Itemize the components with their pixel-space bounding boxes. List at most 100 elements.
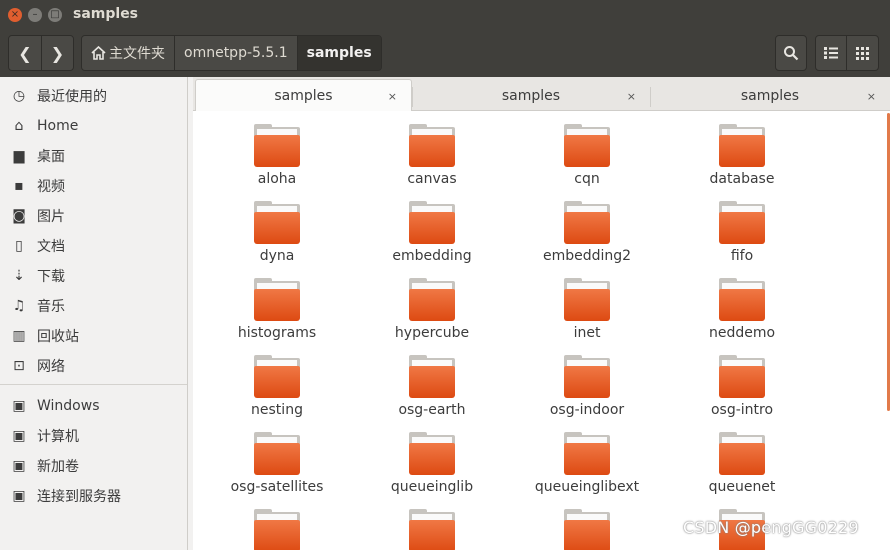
folder-item[interactable]: osg-satellites [207,419,347,495]
search-button[interactable] [775,35,807,71]
close-icon: × [10,9,20,20]
sidebar-item-label: 回收站 [37,329,79,345]
drive-icon: ▣ [12,458,26,474]
grid-view-button[interactable] [847,35,879,71]
folder-item[interactable]: database [672,111,812,187]
folder-item[interactable]: hypercube [362,265,502,341]
title-bar: × – □ samples [0,0,890,30]
breadcrumb-label: omnetpp-5.5.1 [184,45,288,61]
window-maximize-button[interactable]: □ [48,8,62,22]
sidebar-item-videos[interactable]: ▪ 视频 [0,172,187,200]
sidebar-item-music[interactable]: ♫ 音乐 [0,292,187,320]
folder-item[interactable]: histograms [207,265,347,341]
back-button[interactable]: ❮ [9,36,41,70]
breadcrumb: 主文件夹 omnetpp-5.5.1 samples [81,35,382,71]
breadcrumb-label: samples [306,45,372,61]
file-grid: aloha canvas cqn database dyna embedding embed… [193,111,890,550]
folder-item[interactable]: inet [517,265,657,341]
close-icon[interactable]: × [388,90,397,103]
sidebar-item-label: Windows [37,398,100,414]
forward-button[interactable]: ❯ [41,36,73,70]
chevron-left-icon: ❮ [18,43,32,63]
folder-icon [719,355,765,398]
folder-item[interactable]: nesting [207,342,347,418]
sidebar-item-new-volume[interactable]: ▣ 新加卷 [0,452,187,480]
folder-name: aloha [257,171,297,187]
folder-icon [564,201,610,244]
folder-name: queueinglibext [534,479,640,495]
folder-item[interactable]: fifo [672,188,812,264]
camera-icon: ◙ [12,208,26,224]
folder-name: osg-intro [710,402,774,418]
folder-icon [254,201,300,244]
folder-name: embedding2 [542,248,632,264]
folder-icon [564,355,610,398]
folder-item[interactable]: neddemo [672,265,812,341]
folder-item[interactable]: aloha [207,111,347,187]
sidebar: ◷ 最近使用的 ⌂ Home ▆ 桌面 ▪ 视频 ◙ 图片 ▯ 文档 ⇣ 下载 ♫ 音乐 ▥ 回收… [0,77,188,550]
folder-item[interactable] [362,496,502,550]
close-icon[interactable]: × [627,90,636,103]
folder-icon [409,355,455,398]
tab-samples-1[interactable]: samples × [195,79,412,112]
folder-icon [409,509,455,550]
sidebar-item-label: 桌面 [37,149,65,165]
download-icon: ⇣ [13,268,25,284]
folder-name: cqn [574,171,600,187]
folder-item[interactable]: osg-intro [672,342,812,418]
sidebar-item-label: 计算机 [37,429,79,445]
clock-icon: ◷ [12,88,26,104]
folder-icon [564,432,610,475]
sidebar-item-trash[interactable]: ▥ 回收站 [0,322,187,350]
folder-name: fifo [730,248,754,264]
sidebar-item-desktop[interactable]: ▆ 桌面 [0,142,187,170]
folder-item[interactable]: osg-earth [362,342,502,418]
folder-item[interactable]: queueinglibext [517,419,657,495]
close-icon[interactable]: × [867,90,876,103]
tab-bar: samples × samples × samples × [193,77,890,112]
folder-icon: ▆ [13,148,25,164]
tab-samples-3[interactable]: samples × [650,81,890,111]
breadcrumb-home[interactable]: 主文件夹 [82,36,174,70]
folder-item[interactable]: dyna [207,188,347,264]
folder-name: queuenet [708,479,776,495]
folder-item[interactable]: queueinglib [362,419,502,495]
folder-item[interactable]: osg-indoor [517,342,657,418]
sidebar-item-pictures[interactable]: ◙ 图片 [0,202,187,230]
folder-icon [254,509,300,550]
sidebar-item-recent[interactable]: ◷ 最近使用的 [0,82,187,110]
folder-name: neddemo [708,325,776,341]
breadcrumb-samples[interactable]: samples [296,36,381,70]
sidebar-item-home[interactable]: ⌂ Home [0,112,187,140]
folder-name: queueinglib [390,479,474,495]
sidebar-item-label: 图片 [37,209,65,225]
list-view-button[interactable] [815,35,847,71]
folder-item[interactable]: embedding [362,188,502,264]
window-close-button[interactable]: × [8,8,22,22]
nav-buttons: ❮ ❯ [8,35,74,71]
sidebar-item-windows[interactable]: ▣ Windows [0,392,187,420]
window-title: samples [73,6,139,22]
folder-item[interactable]: cqn [517,111,657,187]
folder-icon [564,124,610,167]
folder-name: dyna [259,248,295,264]
window-minimize-button[interactable]: – [28,8,42,22]
breadcrumb-omnetpp[interactable]: omnetpp-5.5.1 [174,36,297,70]
folder-item[interactable]: queuenet [672,419,812,495]
folder-name: canvas [407,171,457,187]
sidebar-item-documents[interactable]: ▯ 文档 [0,232,187,260]
tab-samples-2[interactable]: samples × [412,81,650,111]
home-icon [91,46,106,60]
sidebar-item-connect-server[interactable]: ▣ 连接到服务器 [0,482,187,510]
sidebar-item-label: 下载 [37,269,65,285]
folder-item[interactable]: canvas [362,111,502,187]
sidebar-item-computer[interactable]: ▣ 计算机 [0,422,187,450]
search-icon [784,46,799,61]
music-icon: ♫ [12,298,26,314]
breadcrumb-label: 主文件夹 [109,46,165,62]
folder-item[interactable] [517,496,657,550]
folder-item[interactable] [207,496,347,550]
sidebar-item-network[interactable]: ⊡ 网络 [0,352,187,380]
sidebar-item-downloads[interactable]: ⇣ 下载 [0,262,187,290]
folder-item[interactable]: embedding2 [517,188,657,264]
